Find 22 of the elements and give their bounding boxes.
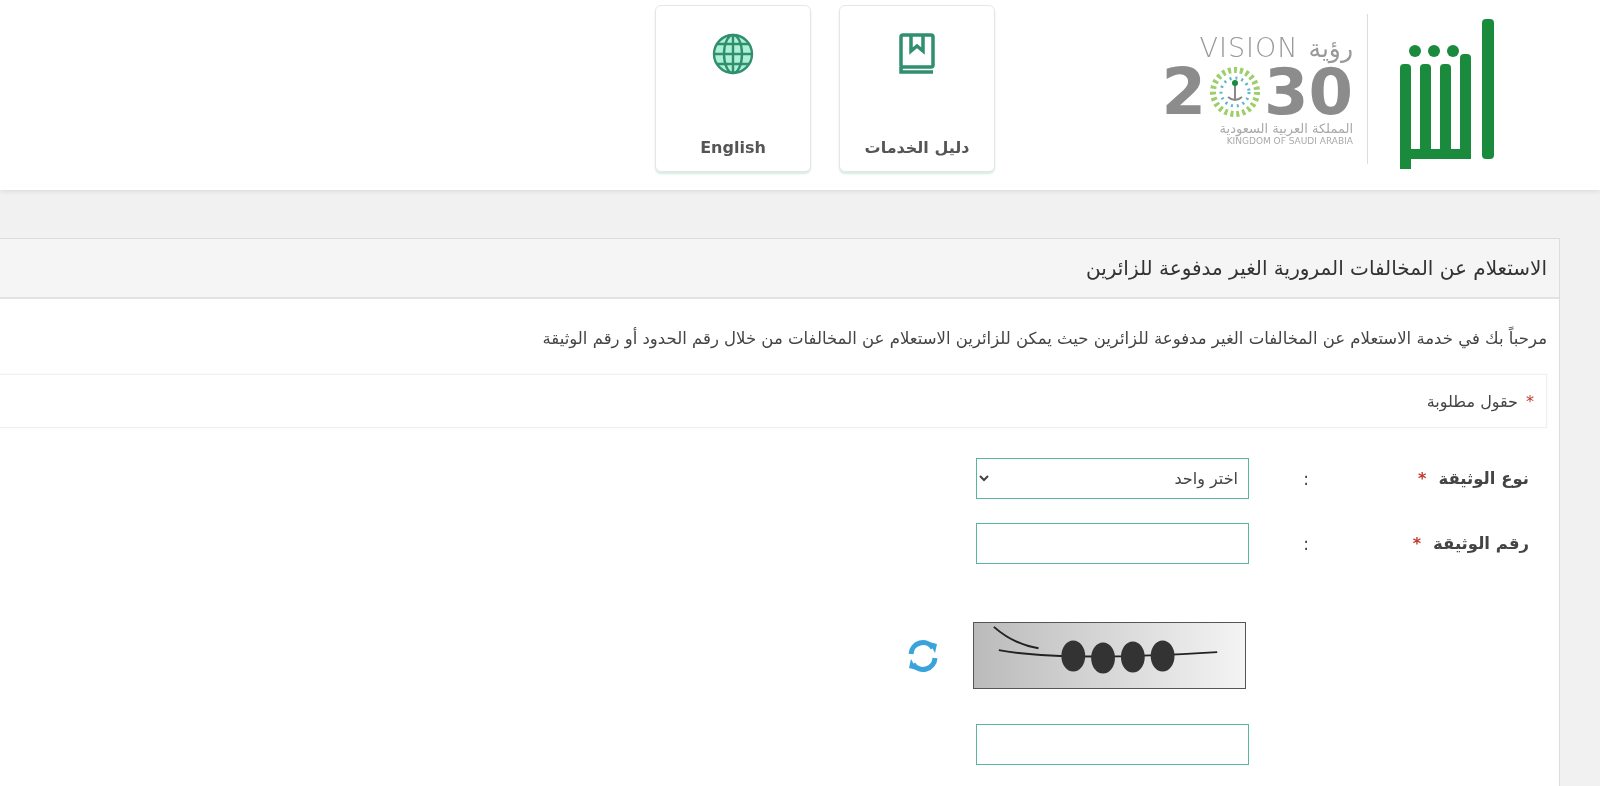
logo-year: 2 xyxy=(1161,62,1206,121)
panel-title: الاستعلام عن المخالفات المرورية الغير مدفوعة للزائرين xyxy=(0,239,1559,299)
language-button[interactable]: English xyxy=(655,5,811,172)
required-mark: * xyxy=(1418,469,1427,488)
required-mark: * xyxy=(1526,391,1534,411)
globe-icon xyxy=(711,32,755,76)
colon: : xyxy=(1302,533,1309,554)
field-label: رقم الوثيقة xyxy=(1433,534,1529,553)
logo-year: 30 xyxy=(1263,62,1353,121)
input-field[interactable] xyxy=(976,523,1249,564)
logo-word: VISION xyxy=(1199,31,1299,63)
field-label: نوع الوثيقة xyxy=(1438,469,1529,488)
input-field[interactable] xyxy=(976,724,1249,765)
book-icon xyxy=(897,32,937,76)
required-note: حقول مطلوبة xyxy=(1426,391,1518,411)
logo-country: KINGDOM OF SAUDI ARABIA xyxy=(1226,135,1353,147)
logo-word: رؤية xyxy=(1308,33,1353,63)
services-guide-button[interactable]: دليل الخدمات xyxy=(839,5,995,172)
logo-country: المملكة العربية السعودية xyxy=(1219,120,1353,136)
document-type-dropdown[interactable]: اختر واحد xyxy=(976,458,1249,499)
required-mark: * xyxy=(1412,534,1421,553)
colon: : xyxy=(1302,468,1309,489)
